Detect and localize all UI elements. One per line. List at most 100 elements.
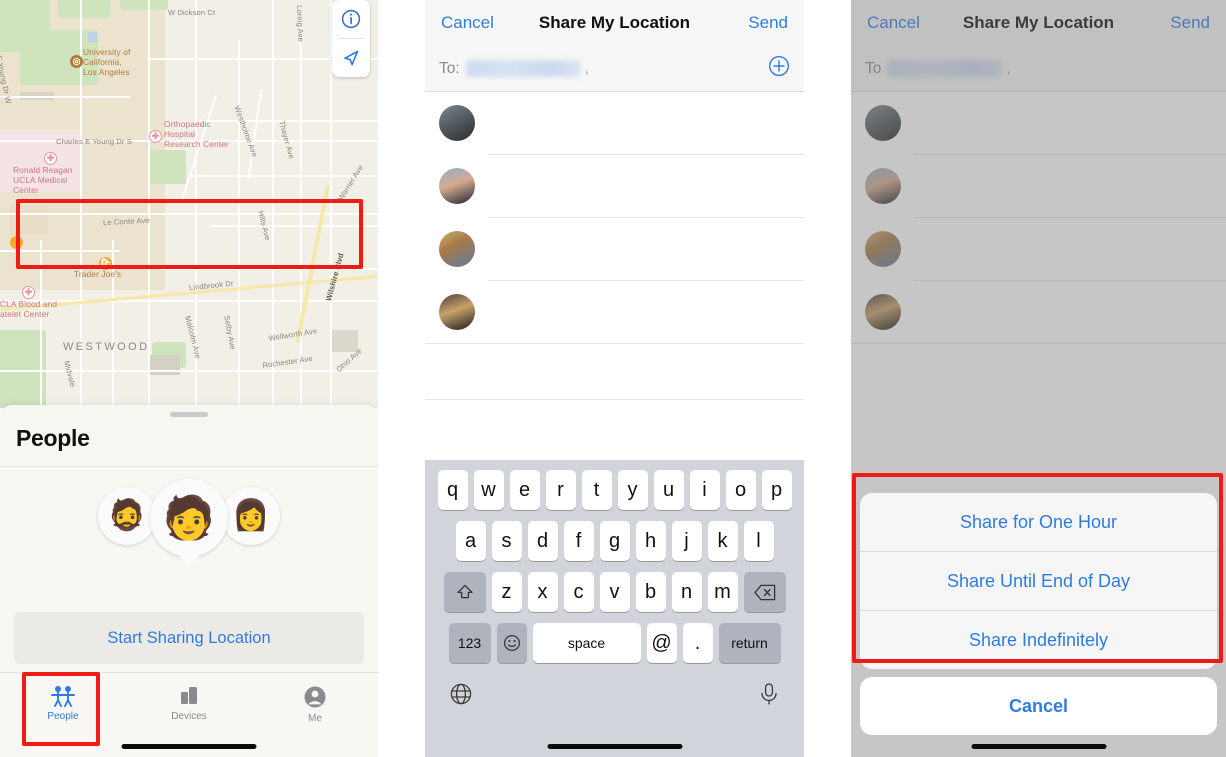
key-t[interactable]: t [581,470,612,510]
globe-key[interactable] [449,682,473,711]
key-e[interactable]: e [509,470,540,510]
duration-options-group: Share for One Hour Share Until End of Da… [860,493,1217,669]
find-my-panel: ◎ ✚ ✚ 🛍 ✚ W Dickson Ct University of Cal… [0,0,378,757]
map-label: Trader Joe's [74,269,122,279]
key-l[interactable]: l [743,521,774,561]
space-key[interactable]: space [532,623,641,663]
share-indefinitely-button[interactable]: Share Indefinitely [860,611,1217,669]
cancel-button[interactable]: Cancel [441,13,494,33]
key-w[interactable]: w [473,470,504,510]
people-icon [51,686,75,707]
key-b[interactable]: b [635,572,666,612]
sheet-title: People [16,425,90,451]
map-label: WESTWOOD [63,341,150,353]
recipient-chip[interactable] [465,60,581,77]
emoji-key[interactable] [496,623,527,663]
key-f[interactable]: f [563,521,594,561]
key-v[interactable]: v [599,572,630,612]
avatar [439,168,475,204]
key-s[interactable]: s [491,521,522,561]
avatar [439,105,475,141]
share-until-end-of-day-button[interactable]: Share Until End of Day [860,552,1217,610]
to-field-row[interactable]: To: , [425,46,804,92]
blood-platelet-center-marker[interactable]: ✚ [22,286,35,299]
map-label: Loring Ave [295,4,306,43]
key-a[interactable]: a [455,521,486,561]
memoji-avatar: 👩 [232,499,270,532]
map-label: Ronald Reagan UCLA Medical Center [13,165,73,195]
map-label: CLA Blood and atelet Center [0,299,58,319]
key-k[interactable]: k [707,521,738,561]
key-p[interactable]: p [761,470,792,510]
key-q[interactable]: q [437,470,468,510]
navigation-arrow-icon [344,50,359,66]
key-o[interactable]: o [725,470,756,510]
microphone-icon [761,683,777,705]
tab-me[interactable]: Me [252,673,378,757]
at-key[interactable]: @ [646,623,677,663]
to-label: To: [439,59,460,77]
map-view[interactable]: ◎ ✚ ✚ 🛍 ✚ W Dickson Ct University of Cal… [0,0,378,408]
avatar [439,231,475,267]
person-circle-icon [304,686,326,708]
key-h[interactable]: h [635,521,666,561]
shop-marker[interactable] [10,236,23,249]
key-m[interactable]: m [707,572,738,612]
add-contact-button[interactable] [768,55,790,82]
share-one-hour-button[interactable]: Share for One Hour [860,493,1217,551]
memoji-pin-right[interactable]: 👩 [222,487,280,545]
return-key[interactable]: return [718,623,781,663]
devices-icon [181,687,197,704]
keyboard-bottom-row [425,674,804,711]
reagan-medical-center-marker[interactable]: ✚ [44,152,57,165]
info-button[interactable] [332,0,370,38]
orthopaedic-hospital-marker[interactable]: ✚ [149,130,162,143]
map-label: Charles E Young Dr S [56,137,132,146]
dictation-key[interactable] [758,682,780,711]
key-d[interactable]: d [527,521,558,561]
key-y[interactable]: y [617,470,648,510]
keyboard-row-4: 123 space @ . return [425,623,804,663]
key-n[interactable]: n [671,572,702,612]
table-row[interactable] [425,281,804,343]
period-key[interactable]: . [682,623,713,663]
backspace-key[interactable] [743,572,786,612]
ucla-poi-marker[interactable]: ◎ [70,55,83,68]
numbers-key[interactable]: 123 [448,623,491,663]
share-location-panel: Cancel Share My Location Send To: , q w … [425,0,804,757]
start-sharing-location-button[interactable]: Start Sharing Location [14,612,364,664]
key-j[interactable]: j [671,521,702,561]
key-c[interactable]: c [563,572,594,612]
memoji-avatar: 🧑 [162,494,216,541]
key-z[interactable]: z [491,572,522,612]
table-row[interactable] [425,92,804,154]
map-label: University of California, Los Angeles [83,47,131,77]
table-row[interactable] [425,155,804,217]
memoji-pin-center[interactable]: 🧑 [150,479,228,557]
shift-key[interactable] [443,572,486,612]
nav-bar: Cancel Share My Location Send [425,0,804,46]
home-indicator [971,744,1106,749]
key-x[interactable]: x [527,572,558,612]
action-sheet-cancel-button[interactable]: Cancel [860,677,1217,735]
home-indicator [121,744,257,749]
tab-me-label: Me [308,713,322,724]
keyboard-row-1: q w e r t y u i o p [425,470,804,510]
key-r[interactable]: r [545,470,576,510]
key-i[interactable]: i [689,470,720,510]
memoji-pin-left[interactable]: 🧔 [98,487,156,545]
key-u[interactable]: u [653,470,684,510]
tab-bar: People Devices Me [0,672,378,757]
screenshot-stage: ◎ ✚ ✚ 🛍 ✚ W Dickson Ct University of Cal… [0,0,1226,757]
list-item [425,344,804,399]
tab-people[interactable]: People [0,673,126,757]
start-sharing-row: Start Sharing Location [0,612,378,664]
home-indicator [547,744,682,749]
memoji-group: 🧔 👩 🧑 [0,467,378,597]
globe-icon [450,683,472,705]
send-button[interactable]: Send [748,13,788,33]
locate-button[interactable] [332,39,370,77]
contact-list [425,92,804,455]
key-g[interactable]: g [599,521,630,561]
table-row[interactable] [425,218,804,280]
